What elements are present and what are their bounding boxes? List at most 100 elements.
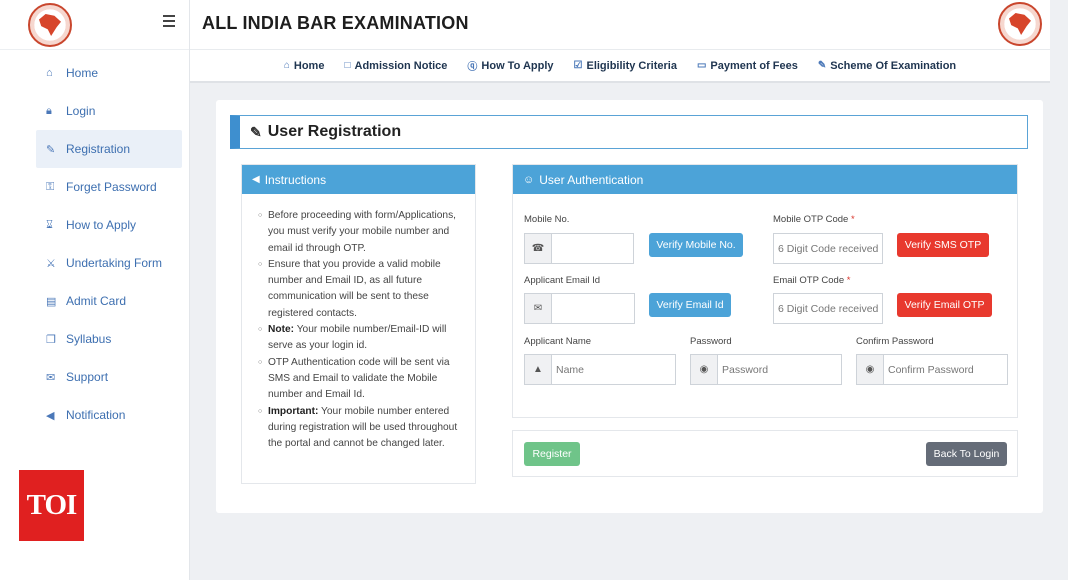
sidebar-item-syllabus[interactable]: ❐ Syllabus (36, 320, 182, 358)
verify-mobile-button[interactable]: Verify Mobile No. (649, 233, 743, 257)
registration-title-bar: ✎ User Registration (230, 115, 1028, 149)
sidebar-item-label: Home (66, 66, 99, 80)
india-map-icon (39, 14, 61, 36)
envelope-icon: ✉ (525, 294, 552, 323)
mobile-field[interactable]: ☎ (524, 233, 634, 264)
instructions-panel: ◀ Instructions Before proceeding with fo… (241, 164, 476, 484)
copy-icon: ❐ (46, 333, 56, 346)
bullhorn-icon: ◀ (252, 174, 260, 185)
handshake-icon: ⚔ (46, 257, 56, 270)
instruction-bold: Note: (268, 324, 295, 336)
email-input[interactable] (552, 294, 634, 323)
user-plus-icon: ☺︎ (523, 173, 535, 186)
password-label: Password (690, 336, 732, 347)
credit-card-icon: ▭ (696, 60, 707, 71)
sidebar-nav: ⌂ Home 🔒︎ Login ✎ Registration ⚿ Forget Pass… (0, 50, 189, 434)
registration-card: ✎ User Registration ◀ Instructions Befor… (216, 100, 1043, 513)
header: ALL INDIA BAR EXAMINATION (190, 0, 1050, 50)
password-input[interactable]: Password (718, 355, 841, 384)
email-otp-label-text: Email OTP Code (773, 275, 845, 286)
edit-icon: ✎ (46, 143, 56, 156)
topnav-label: How To Apply (481, 59, 554, 72)
topnav-home[interactable]: ⌂ Home (284, 60, 325, 72)
bci-logo[interactable] (28, 3, 72, 47)
name-input[interactable]: Name (552, 355, 675, 384)
sidebar-item-notification[interactable]: ◀ Notification (36, 396, 182, 434)
home-icon: ⌂ (46, 67, 53, 79)
instruction-bold: Important: (268, 405, 319, 417)
sidebar-item-forget-password[interactable]: ⚿ Forget Password (36, 168, 182, 206)
instructions-header: ◀ Instructions (242, 165, 475, 194)
eye-slash-icon[interactable]: ◉ (857, 355, 884, 384)
email-label: Applicant Email Id (524, 275, 601, 286)
mobile-input[interactable] (552, 234, 633, 263)
instruction-item: OTP Authentication code will be sent via… (258, 355, 461, 404)
topnav-payment-of-fees[interactable]: ▭ Payment of Fees (697, 60, 798, 72)
sidebar-item-label: How to Apply (66, 218, 137, 232)
verify-sms-otp-button[interactable]: Verify SMS OTP (897, 233, 989, 257)
sidebar-item-support[interactable]: ✉ Support (36, 358, 182, 396)
page-title: User Registration (267, 123, 402, 140)
instruction-item: Before proceeding with form/Applications… (258, 208, 461, 257)
emblem-logo (998, 2, 1042, 46)
name-field[interactable]: ▲ Name (524, 354, 676, 385)
back-to-login-button[interactable]: Back To Login (926, 442, 1007, 466)
form-actions: Register Back To Login (512, 430, 1018, 477)
sidebar-item-label: Syllabus (66, 332, 112, 346)
sidebar-item-label: Undertaking Form (66, 256, 163, 270)
authentication-title: User Authentication (539, 172, 644, 187)
file-icon: □ (344, 60, 351, 71)
instructions-title: Instructions (264, 172, 327, 187)
bullhorn-icon: ◀ (46, 409, 55, 422)
mobile-otp-label-text: Mobile OTP Code (773, 214, 849, 225)
sidebar-item-registration[interactable]: ✎ Registration (36, 130, 182, 168)
topnav-eligibility-criteria[interactable]: ☑ Eligibility Criteria (574, 60, 677, 72)
toi-watermark: TOI (19, 470, 84, 541)
sidebar-item-undertaking-form[interactable]: ⚔ Undertaking Form (36, 244, 182, 282)
confirm-password-field[interactable]: ◉ Confirm Password (856, 354, 1008, 385)
sidebar-item-label: Support (66, 370, 109, 384)
sidebar-item-home[interactable]: ⌂ Home (36, 54, 182, 92)
sidebar-item-label: Login (66, 104, 96, 118)
topnav-scheme-of-examination[interactable]: ✎ Scheme Of Examination (818, 60, 956, 72)
register-button[interactable]: Register (524, 442, 580, 466)
mobile-otp-input[interactable]: 6 Digit Code received (774, 234, 882, 263)
user-authentication-panel: ☺︎ User Authentication Mobile No. ☎ Veri… (512, 164, 1018, 418)
key-icon: ⚿ (46, 180, 55, 193)
instruction-text: Your mobile number/Email-ID will serve a… (268, 324, 447, 352)
topnav-how-to-apply[interactable]: ⓠ How To Apply (467, 58, 554, 74)
email-field[interactable]: ✉ (524, 293, 635, 324)
instruction-item: Ensure that you provide a valid mobile n… (258, 257, 461, 322)
edit-icon: ✎ (817, 60, 827, 71)
instruction-text: OTP Authentication code will be sent via… (268, 356, 450, 401)
email-otp-field[interactable]: 6 Digit Code received (773, 293, 883, 324)
sidebar-item-how-to-apply[interactable]: ⌛︎ How to Apply (36, 206, 182, 244)
mobile-label: Mobile No. (524, 214, 570, 225)
sidebar-item-label: Admit Card (66, 294, 127, 308)
mobile-otp-field[interactable]: 6 Digit Code received (773, 233, 883, 264)
password-field[interactable]: ◉ Password (690, 354, 842, 385)
confirm-password-input[interactable]: Confirm Password (884, 355, 1007, 384)
instruction-item: Important: Your mobile number entered du… (258, 404, 461, 453)
hamburger-menu-icon[interactable] (163, 15, 175, 27)
email-otp-input[interactable]: 6 Digit Code received (774, 294, 882, 323)
chat-icon: ✉ (46, 371, 56, 384)
user-icon: ▲ (525, 355, 552, 384)
eye-slash-icon[interactable]: ◉ (691, 355, 718, 384)
topnav-admission-notice[interactable]: □ Admission Notice (344, 60, 447, 72)
verify-email-button[interactable]: Verify Email Id (649, 293, 731, 317)
hourglass-icon: ⌛︎ (46, 218, 53, 231)
topnav-label: Admission Notice (354, 59, 448, 72)
sidebar-item-admit-card[interactable]: ▤ Admit Card (36, 282, 182, 320)
name-label: Applicant Name (524, 336, 592, 347)
confirm-password-label: Confirm Password (856, 336, 934, 347)
edit-icon: ✎ (250, 123, 262, 140)
lock-icon: 🔒︎ (46, 104, 52, 117)
page-header-title: ALL INDIA BAR EXAMINATION (202, 13, 469, 33)
topnav-label: Home (293, 59, 325, 72)
required-mark: * (850, 214, 855, 225)
required-mark: * (846, 275, 851, 286)
verify-email-otp-button[interactable]: Verify Email OTP (897, 293, 992, 317)
sidebar-item-login[interactable]: 🔒︎ Login (36, 92, 182, 130)
authentication-header: ☺︎ User Authentication (513, 165, 1017, 194)
